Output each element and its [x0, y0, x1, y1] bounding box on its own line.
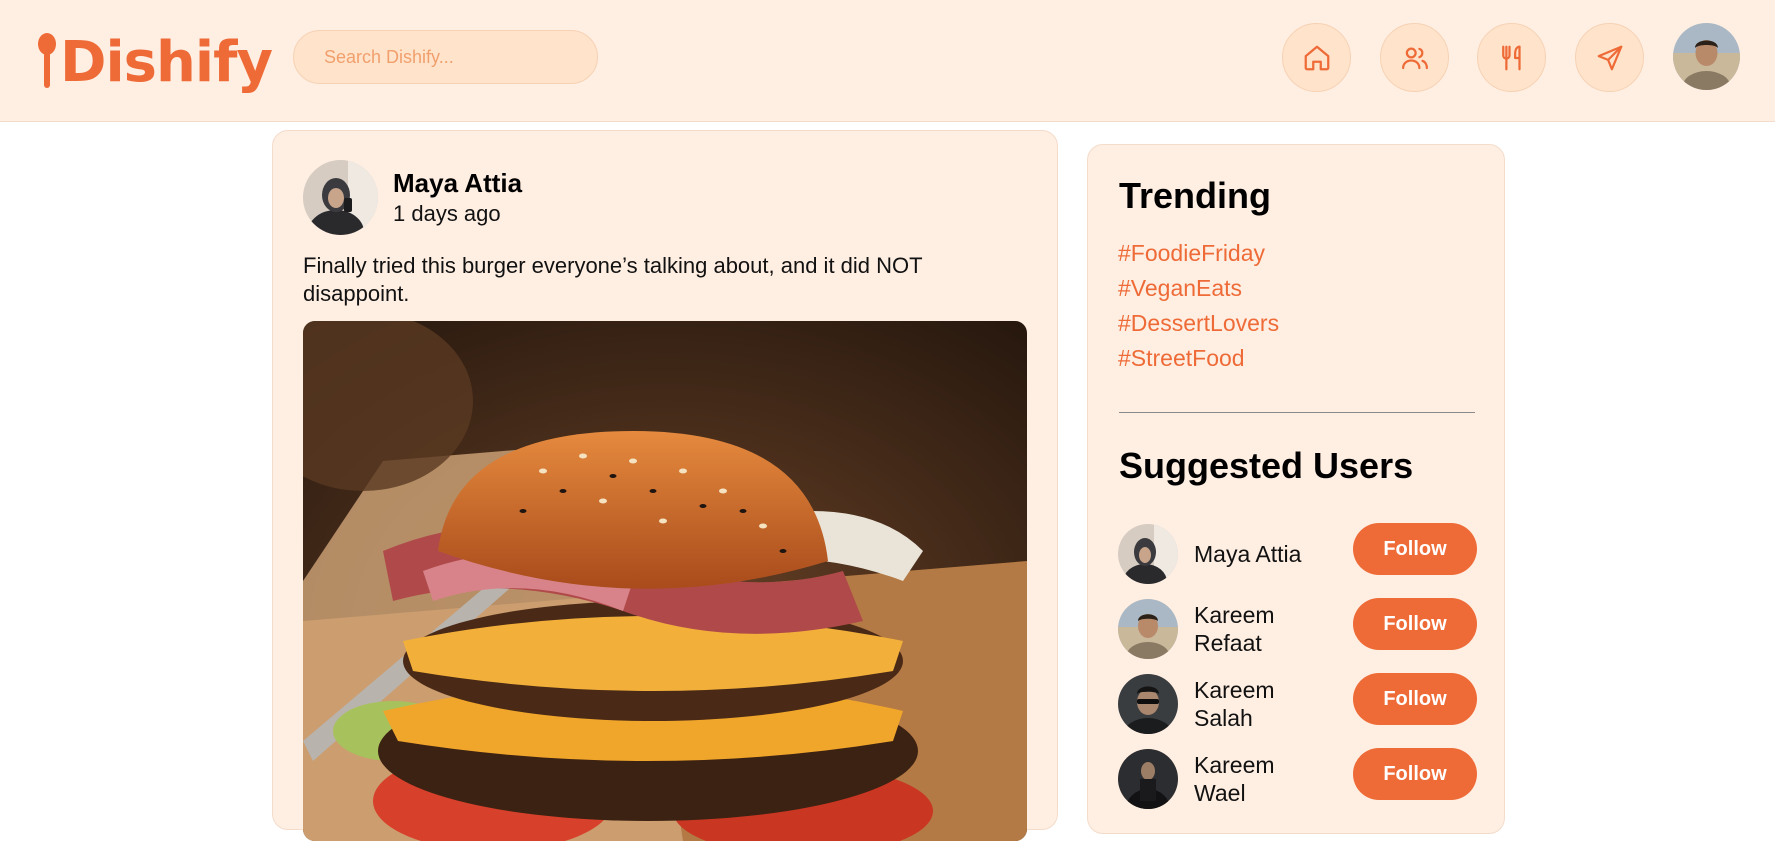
search-input[interactable] [293, 30, 598, 84]
home-icon [1304, 45, 1329, 70]
spoon-icon [38, 33, 56, 88]
nav-home-button[interactable] [1282, 23, 1351, 92]
divider [1119, 412, 1475, 413]
hashtag-link[interactable]: #StreetFood [1118, 345, 1245, 372]
post-author-name[interactable]: Maya Attia [393, 168, 522, 199]
logo-text: Dishify [60, 30, 273, 95]
user-name[interactable]: Kareem Refaat [1194, 601, 1314, 657]
watermark: mostaql.com [1043, 831, 1241, 867]
nav-recipes-button[interactable] [1477, 23, 1546, 92]
post-image[interactable] [303, 321, 1027, 841]
hashtag-link[interactable]: #DessertLovers [1118, 310, 1279, 337]
suggested-user-row: Kareem Refaat Follow [1118, 598, 1478, 660]
top-navbar: Dishify [0, 0, 1775, 122]
logo[interactable]: Dishify [36, 16, 273, 96]
user-avatar-image [1118, 524, 1178, 584]
post-card: Maya Attia 1 days ago Finally tried this… [272, 130, 1240, 867]
user-avatar[interactable] [1118, 749, 1178, 809]
follow-button[interactable]: Follow [1353, 523, 1477, 575]
utensils-icon [1501, 45, 1521, 70]
post-author-avatar-image [303, 160, 378, 235]
post-timestamp: 1 days ago [393, 201, 501, 226]
follow-button[interactable]: Follow [1353, 598, 1477, 650]
user-avatar[interactable] [1118, 524, 1178, 584]
user-avatar[interactable] [1118, 599, 1178, 659]
profile-avatar[interactable] [1673, 23, 1740, 90]
follow-button[interactable]: Follow [1353, 748, 1477, 800]
user-name[interactable]: Kareem Salah [1194, 676, 1314, 732]
user-avatar-image [1118, 749, 1178, 809]
suggested-user-row: Kareem Salah Follow [1118, 673, 1478, 735]
user-name[interactable]: Kareem Wael [1194, 751, 1314, 807]
profile-avatar-image [1673, 23, 1740, 90]
suggested-user-row: Maya Attia Follow [1118, 523, 1478, 585]
post-text: Finally tried this burger everyone’s tal… [303, 253, 923, 306]
sidebar: Trending #FoodieFriday #VeganEats #Desse… [1087, 144, 1505, 834]
user-avatar-image [1118, 674, 1178, 734]
nav-messages-button[interactable] [1575, 23, 1644, 92]
hashtag-link[interactable]: #VeganEats [1118, 275, 1242, 302]
post-author-avatar[interactable] [303, 160, 378, 235]
suggested-user-row: Kareem Wael Follow [1118, 748, 1478, 810]
user-avatar[interactable] [1118, 674, 1178, 734]
follow-button[interactable]: Follow [1353, 673, 1477, 725]
users-icon [1401, 47, 1428, 69]
send-icon [1597, 45, 1622, 70]
suggested-users-title: Suggested Users [1119, 445, 1414, 486]
hashtag-link[interactable]: #FoodieFriday [1118, 240, 1265, 267]
user-name[interactable]: Maya Attia [1194, 540, 1314, 568]
burger-photo [303, 321, 1027, 841]
user-avatar-image [1118, 599, 1178, 659]
trending-title: Trending [1119, 175, 1271, 216]
nav-users-button[interactable] [1380, 23, 1449, 92]
